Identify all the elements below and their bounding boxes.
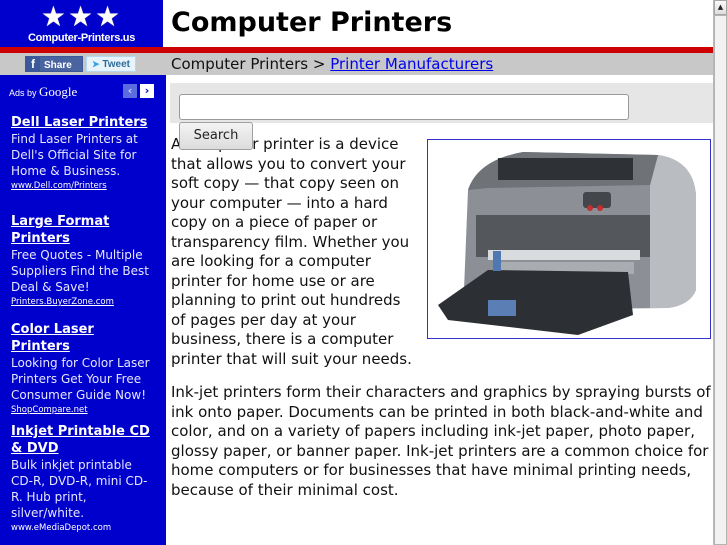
article-content: A computer printer is a device that allo…: [171, 135, 711, 514]
breadcrumb-current: Computer Printers: [171, 55, 309, 73]
ads-label-prefix: Ads by: [9, 88, 37, 98]
ad-url-link[interactable]: www.Dell.com/Printers: [11, 179, 151, 193]
page-title: Computer Printers: [171, 7, 453, 38]
scrollbar-thumb[interactable]: [714, 15, 727, 545]
social-bar: f Share ➤ Tweet: [0, 53, 163, 75]
chevron-left-icon: ‹: [127, 84, 133, 97]
inkjet-paragraph: Ink-jet printers form their characters a…: [171, 383, 711, 499]
breadcrumb-link-printer-manufacturers[interactable]: Printer Manufacturers: [330, 55, 493, 73]
printer-image: [427, 139, 711, 339]
share-label: Share: [44, 60, 72, 71]
search-input[interactable]: [179, 94, 629, 120]
content-left-border: [163, 75, 166, 545]
search-button[interactable]: Search: [179, 122, 253, 150]
scroll-up-arrow-icon[interactable]: ▲: [714, 0, 727, 15]
tweet-label: Tweet: [102, 59, 130, 70]
facebook-share-button[interactable]: f Share: [25, 56, 83, 72]
ad-title-link[interactable]: Large Format Printers: [11, 213, 151, 247]
google-brand: Google: [39, 84, 78, 99]
search-bar: [170, 83, 713, 123]
ads-prev-button[interactable]: ‹: [123, 84, 137, 98]
chevron-right-icon: ›: [144, 84, 150, 97]
breadcrumb: Computer Printers > Printer Manufacturer…: [163, 53, 713, 75]
ad-title-link[interactable]: Color Laser Printers: [11, 321, 151, 355]
vertical-scrollbar[interactable]: ▲: [713, 0, 727, 545]
tweet-button[interactable]: ➤ Tweet: [86, 56, 136, 72]
ad-url-link[interactable]: www.eMediaDepot.com: [11, 521, 151, 535]
site-name: Computer-Printers.us: [27, 32, 136, 44]
sidebar: ★★★ Computer-Printers.us Ads by Google ‹…: [0, 0, 163, 545]
breadcrumb-separator: >: [312, 55, 326, 73]
facebook-icon: f: [26, 57, 40, 71]
ad-item[interactable]: Dell Laser Printers Find Laser Printers …: [11, 114, 151, 193]
site-logo[interactable]: ★★★ Computer-Printers.us: [0, 0, 163, 47]
ad-description: Find Laser Printers at Dell's Official S…: [11, 132, 138, 178]
printer-illustration: [428, 140, 710, 338]
ad-description: Looking for Color Laser Printers Get You…: [11, 356, 150, 402]
ad-title-link[interactable]: Dell Laser Printers: [11, 114, 151, 131]
ad-item[interactable]: Inkjet Printable CD & DVD Bulk inkjet pr…: [11, 423, 151, 535]
twitter-bird-icon: ➤: [92, 59, 100, 69]
ad-item[interactable]: Color Laser Printers Looking for Color L…: [11, 321, 151, 417]
ad-url-link[interactable]: ShopCompare.net: [11, 403, 151, 417]
ads-next-button[interactable]: ›: [140, 84, 154, 98]
ad-description: Free Quotes - Multiple Suppliers Find th…: [11, 248, 149, 294]
ad-title-link[interactable]: Inkjet Printable CD & DVD: [11, 423, 151, 457]
ads-by-google-label[interactable]: Ads by Google: [9, 84, 77, 100]
ad-description: Bulk inkjet printable CD-R, DVD-R, mini …: [11, 458, 148, 520]
stars-icon: ★★★: [40, 0, 123, 33]
ad-url-link[interactable]: Printers.BuyerZone.com: [11, 295, 151, 309]
ad-item[interactable]: Large Format Printers Free Quotes - Mult…: [11, 213, 151, 309]
